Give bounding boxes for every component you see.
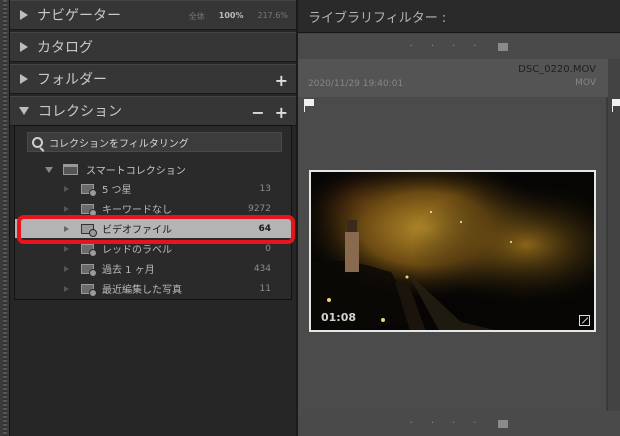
filter-placeholder: コレクションをフィルタリング xyxy=(49,138,189,150)
collection-count: 0 xyxy=(265,243,271,254)
collection-set-icon xyxy=(63,164,78,175)
collection-label: キーワードなし xyxy=(102,205,172,216)
sync-arrow-icon xyxy=(64,225,69,232)
panel-resize-handle[interactable] xyxy=(0,0,10,436)
collection-count: 434 xyxy=(253,263,271,274)
search-icon xyxy=(32,136,43,148)
collapse-triangle-icon[interactable] xyxy=(45,166,53,173)
video-duration: 01:08 xyxy=(321,311,357,324)
smart-collection-icon xyxy=(81,283,97,297)
sync-arrow-icon xyxy=(64,245,69,252)
sync-arrow-icon xyxy=(64,185,69,192)
collection-count: 13 xyxy=(259,183,271,194)
grip-dots: ···· xyxy=(409,41,495,52)
collection-count: 11 xyxy=(259,283,271,294)
zoom-custom[interactable]: 217.6% xyxy=(257,11,288,22)
filmstrip-scroll-top[interactable]: ···· xyxy=(298,34,620,59)
zoom-100[interactable]: 100% xyxy=(219,11,244,22)
left-panel: ナビゲーター 全体 100% 217.6% カタログ フォルダー + コレクショ… xyxy=(0,0,296,436)
collection-item-video-files[interactable]: ビデオファイル 64 xyxy=(15,219,291,238)
smart-collection-icon xyxy=(81,243,97,257)
library-grid-area: ライブラリフィルター : ···· 2020/11/29 19:40:01 DS… xyxy=(298,0,620,436)
zoom-fit[interactable]: 全体 xyxy=(189,11,205,22)
collection-item-5-stars[interactable]: 5 つ星 13 xyxy=(15,179,291,198)
collection-item-recently-edited[interactable]: 最近編集した写真 11 xyxy=(15,279,291,298)
smart-collection-icon xyxy=(81,223,97,237)
grid-cell-header: 2020/11/29 19:40:01 DSC_0220.MOV MOV xyxy=(298,59,608,97)
collection-filter-input[interactable]: コレクションをフィルタリング xyxy=(27,132,282,152)
folders-title: フォルダー xyxy=(37,72,107,88)
expand-triangle-icon[interactable] xyxy=(20,10,28,20)
collections-title: コレクション xyxy=(38,104,122,120)
sync-arrow-icon xyxy=(64,205,69,212)
add-folder-button[interactable]: + xyxy=(275,71,288,90)
navigator-header[interactable]: ナビゲーター 全体 100% 217.6% xyxy=(10,0,296,30)
expand-triangle-icon[interactable] xyxy=(20,42,28,52)
library-filter-title: ライブラリフィルター : xyxy=(308,10,447,26)
thumbnail-image xyxy=(311,172,594,330)
filmstrip-scroll-bottom[interactable]: ···· xyxy=(298,411,620,436)
collection-label: ビデオファイル xyxy=(102,225,172,236)
smart-collection-icon xyxy=(81,203,97,217)
grid-cell[interactable]: 2020/11/29 19:40:01 DSC_0220.MOV MOV 01:… xyxy=(298,59,608,411)
collections-list: コレクションをフィルタリング スマートコレクション 5 つ星 13 キーワードな… xyxy=(14,125,292,300)
folders-header[interactable]: フォルダー + xyxy=(10,64,296,94)
grip-handle xyxy=(498,42,509,51)
next-cell-flag-icon[interactable] xyxy=(612,99,620,113)
capture-timestamp: 2020/11/29 19:40:01 xyxy=(308,79,404,89)
sync-arrow-icon xyxy=(64,285,69,292)
grip-handle xyxy=(498,419,509,428)
smart-collection-icon xyxy=(81,183,97,197)
grip-dots: ···· xyxy=(409,418,495,429)
collection-label: 過去 1 ヶ月 xyxy=(102,265,155,276)
remove-collection-button[interactable]: − xyxy=(251,103,264,122)
collection-label: 5 つ星 xyxy=(102,185,132,196)
file-name: DSC_0220.MOV xyxy=(518,64,596,75)
collection-item-past-month[interactable]: 過去 1 ヶ月 434 xyxy=(15,259,291,278)
collection-label: 最近編集した写真 xyxy=(102,285,182,296)
flag-icon[interactable] xyxy=(304,99,316,113)
smart-collection-icon xyxy=(81,263,97,277)
collection-label: レッドのラベル xyxy=(102,245,172,256)
sync-arrow-icon xyxy=(64,265,69,272)
navigator-zoom-options: 全体 100% 217.6% xyxy=(189,11,288,22)
smart-collection-label: スマートコレクション xyxy=(86,166,186,177)
collection-count: 9272 xyxy=(248,203,271,214)
catalog-header[interactable]: カタログ xyxy=(10,32,296,62)
navigator-title: ナビゲーター xyxy=(37,8,121,24)
expand-triangle-icon[interactable] xyxy=(20,74,28,84)
collections-header[interactable]: コレクション − + xyxy=(10,96,296,126)
catalog-title: カタログ xyxy=(37,40,93,56)
smart-collection-set[interactable]: スマートコレクション xyxy=(15,160,291,179)
video-thumbnail[interactable]: 01:08 xyxy=(309,170,596,332)
file-extension: MOV xyxy=(575,78,596,88)
panel-empty-area xyxy=(10,300,296,436)
collapse-triangle-icon[interactable] xyxy=(19,107,29,115)
library-filter-bar: ライブラリフィルター : xyxy=(298,0,620,33)
add-collection-button[interactable]: + xyxy=(275,103,288,122)
collection-item-no-keywords[interactable]: キーワードなし 9272 xyxy=(15,199,291,218)
edited-badge-icon xyxy=(579,315,590,326)
collection-count: 64 xyxy=(258,223,271,234)
collection-item-red-label[interactable]: レッドのラベル 0 xyxy=(15,239,291,258)
